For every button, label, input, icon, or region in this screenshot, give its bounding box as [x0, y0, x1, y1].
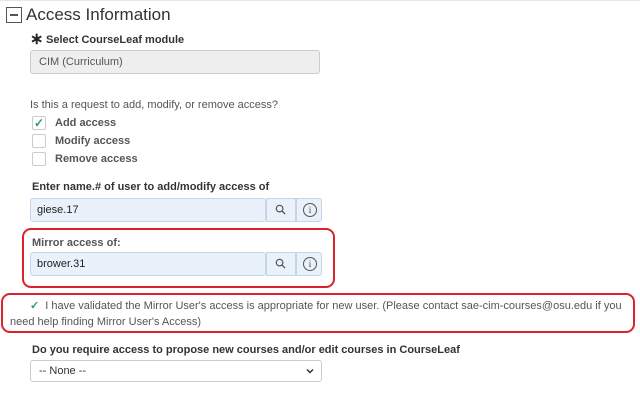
module-label: Select CourseLeaf module	[46, 34, 185, 46]
modify-access-label: Modify access	[55, 135, 131, 147]
remove-access-label: Remove access	[55, 153, 138, 165]
modify-access-checkbox[interactable]	[32, 134, 46, 148]
mirror-info-button[interactable]: i	[296, 252, 322, 276]
collapse-section-button[interactable]	[6, 7, 22, 23]
user-info-button[interactable]: i	[296, 198, 322, 222]
remove-access-checkbox[interactable]	[32, 152, 46, 166]
section-title: Access Information	[26, 5, 171, 24]
mirror-label: Mirror access of:	[32, 237, 121, 249]
top-divider	[0, 0, 640, 1]
validation-checkbox[interactable]: ✓	[30, 300, 39, 312]
required-asterisk-icon: ∗	[30, 31, 44, 48]
add-access-label: Add access	[55, 117, 117, 129]
user-name-label: Enter name.# of user to add/modify acces…	[32, 181, 270, 193]
validation-statement[interactable]: ✓ I have validated the Mirror User's acce…	[10, 298, 638, 330]
chevron-down-icon	[306, 368, 314, 374]
mirror-search-button[interactable]	[266, 252, 296, 276]
search-icon	[275, 258, 286, 269]
validation-text: I have validated the Mirror User's acces…	[10, 300, 622, 328]
info-icon: i	[303, 203, 317, 217]
courses-question: Do you require access to propose new cou…	[32, 344, 460, 356]
user-name-input[interactable]: giese.17	[30, 198, 266, 222]
user-search-button[interactable]	[266, 198, 296, 222]
access-question: Is this a request to add, modify, or rem…	[30, 99, 279, 111]
courses-select-value: -- None --	[39, 365, 87, 377]
info-icon: i	[303, 257, 317, 271]
add-access-checkbox[interactable]: ✓	[32, 116, 46, 130]
search-icon	[275, 204, 286, 215]
mirror-input[interactable]: brower.31	[30, 252, 266, 276]
module-field: CIM (Curriculum)	[30, 50, 320, 74]
courses-select[interactable]: -- None --	[30, 360, 322, 382]
